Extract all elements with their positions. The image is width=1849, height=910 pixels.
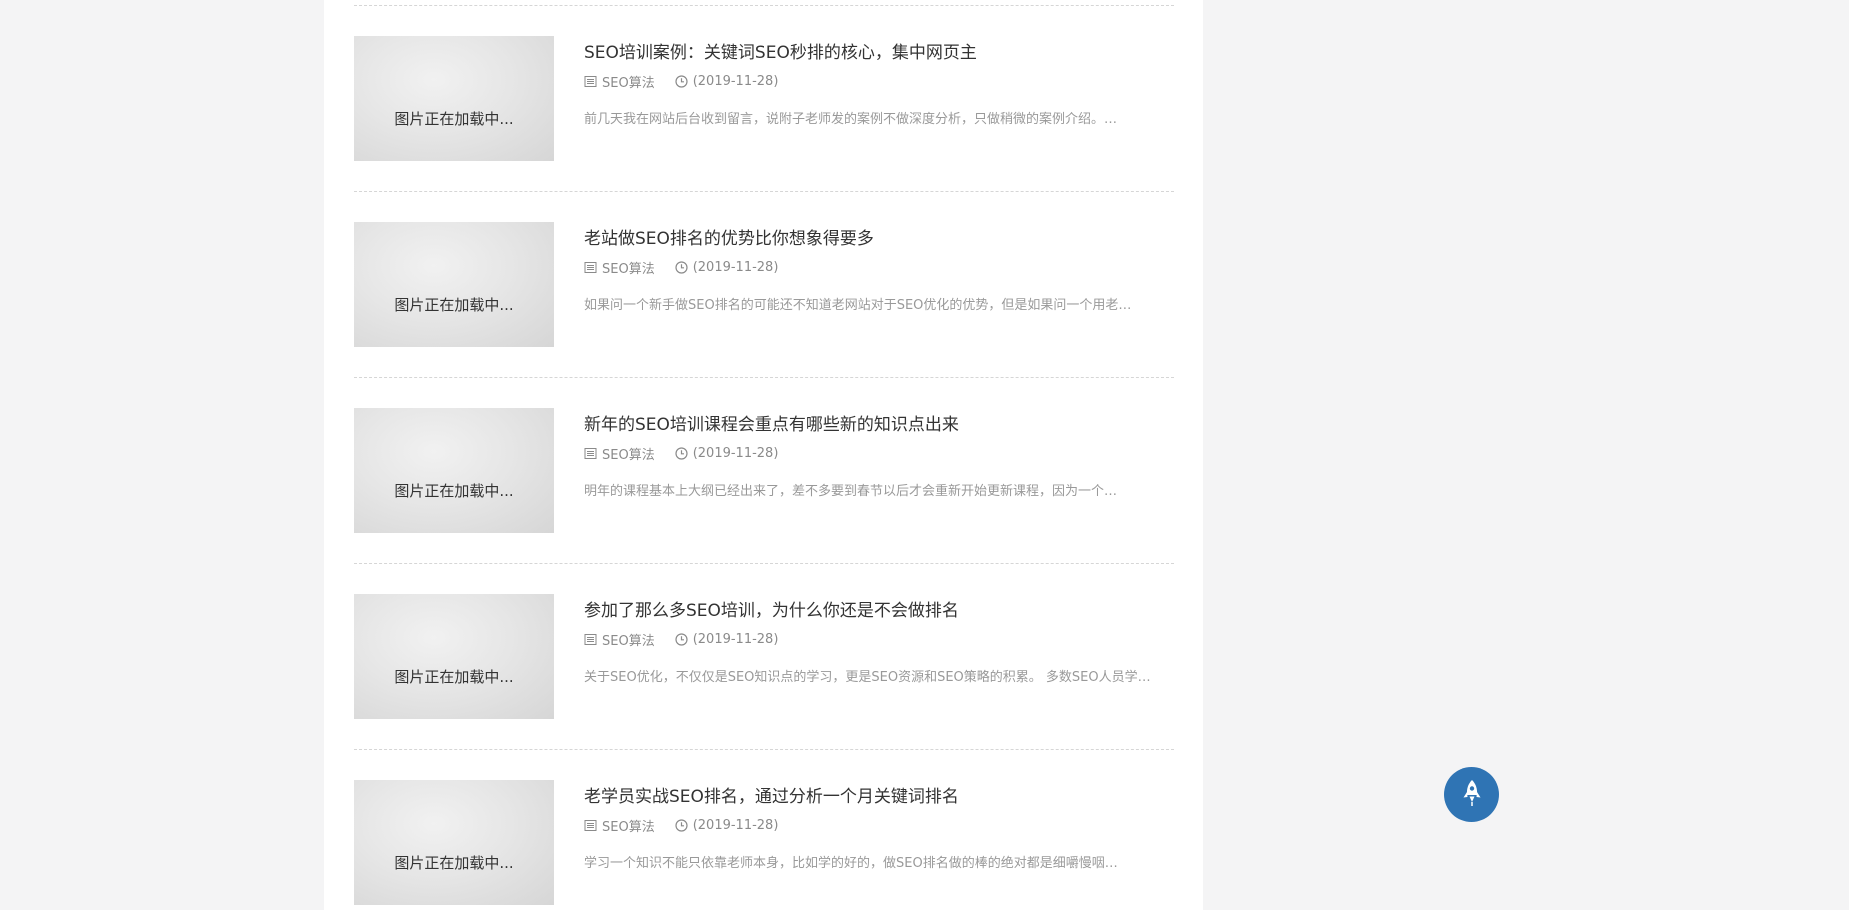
article-meta: SEO算法 (2019-11-28) — [584, 72, 778, 91]
article-thumbnail[interactable]: 图片正在加载中... — [354, 408, 554, 533]
thumbnail-loading-text: 图片正在加载中... — [394, 668, 514, 686]
article-date: (2019-11-28) — [692, 818, 779, 833]
clock-icon — [675, 819, 688, 832]
article-category-link[interactable]: SEO算法 — [602, 444, 655, 463]
article-excerpt: 学习一个知识不能只依靠老师本身，比如学的好的，做SEO排名做的棒的绝对都是细嚼慢… — [584, 856, 1118, 871]
article-item: 图片正在加载中... SEO培训案例：关键词SEO秒排的核心，集中网页主 SEO… — [354, 6, 1174, 192]
article-thumbnail[interactable]: 图片正在加载中... — [354, 594, 554, 719]
clock-icon — [675, 261, 688, 274]
page: 图片正在加载中... SEO培训案例：关键词SEO秒排的核心，集中网页主 SEO… — [0, 0, 1849, 910]
article-thumbnail[interactable]: 图片正在加载中... — [354, 36, 554, 161]
article-item: 图片正在加载中... 老学员实战SEO排名，通过分析一个月关键词排名 SEO算法… — [354, 750, 1174, 910]
clock-icon — [675, 447, 688, 460]
article-date: (2019-11-28) — [692, 446, 779, 461]
article-category-link[interactable]: SEO算法 — [602, 630, 655, 649]
article-meta: SEO算法 (2019-11-28) — [584, 630, 778, 649]
list-icon — [584, 633, 597, 646]
article-thumbnail[interactable]: 图片正在加载中... — [354, 780, 554, 905]
article-excerpt: 关于SEO优化，不仅仅是SEO知识点的学习，更是SEO资源和SEO策略的积累。 … — [584, 670, 1151, 685]
article-date: (2019-11-28) — [692, 260, 779, 275]
clock-icon — [675, 633, 688, 646]
article-excerpt: 如果问一个新手做SEO排名的可能还不知道老网站对于SEO优化的优势，但是如果问一… — [584, 298, 1132, 313]
article-item: 图片正在加载中... 老站做SEO排名的优势比你想象得要多 SEO算法 (201… — [354, 192, 1174, 378]
article-date: (2019-11-28) — [692, 74, 779, 89]
thumbnail-loading-text: 图片正在加载中... — [394, 296, 514, 314]
list-icon — [584, 819, 597, 832]
article-category-link[interactable]: SEO算法 — [602, 72, 655, 91]
thumbnail-loading-text: 图片正在加载中... — [394, 110, 514, 128]
thumbnail-loading-text: 图片正在加载中... — [394, 482, 514, 500]
thumbnail-loading-text: 图片正在加载中... — [394, 854, 514, 872]
article-excerpt: 前几天我在网站后台收到留言，说附子老师发的案例不做深度分析，只做稍微的案例介绍。… — [584, 112, 1118, 127]
article-meta: SEO算法 (2019-11-28) — [584, 444, 778, 463]
article-category-link[interactable]: SEO算法 — [602, 816, 655, 835]
rocket-icon — [1459, 778, 1485, 812]
article-item: 图片正在加载中... 新年的SEO培训课程会重点有哪些新的知识点出来 SEO算法… — [354, 378, 1174, 564]
list-icon — [584, 261, 597, 274]
article-meta: SEO算法 (2019-11-28) — [584, 258, 778, 277]
article-title-link[interactable]: 老学员实战SEO排名，通过分析一个月关键词排名 — [584, 782, 959, 807]
article-excerpt: 明年的课程基本上大纲已经出来了，差不多要到春节以后才会重新开始更新课程，因为一个… — [584, 484, 1118, 499]
article-title-link[interactable]: 新年的SEO培训课程会重点有哪些新的知识点出来 — [584, 410, 959, 435]
article-category-link[interactable]: SEO算法 — [602, 258, 655, 277]
article-list-panel: 图片正在加载中... SEO培训案例：关键词SEO秒排的核心，集中网页主 SEO… — [324, 0, 1203, 910]
back-to-top-button[interactable] — [1444, 767, 1499, 822]
article-date: (2019-11-28) — [692, 632, 779, 647]
clock-icon — [675, 75, 688, 88]
article-item: 图片正在加载中... 参加了那么多SEO培训，为什么你还是不会做排名 SEO算法… — [354, 564, 1174, 750]
article-thumbnail[interactable]: 图片正在加载中... — [354, 222, 554, 347]
article-title-link[interactable]: 老站做SEO排名的优势比你想象得要多 — [584, 224, 874, 249]
article-title-link[interactable]: SEO培训案例：关键词SEO秒排的核心，集中网页主 — [584, 38, 977, 63]
list-icon — [584, 75, 597, 88]
list-icon — [584, 447, 597, 460]
article-title-link[interactable]: 参加了那么多SEO培训，为什么你还是不会做排名 — [584, 596, 959, 621]
article-meta: SEO算法 (2019-11-28) — [584, 816, 778, 835]
